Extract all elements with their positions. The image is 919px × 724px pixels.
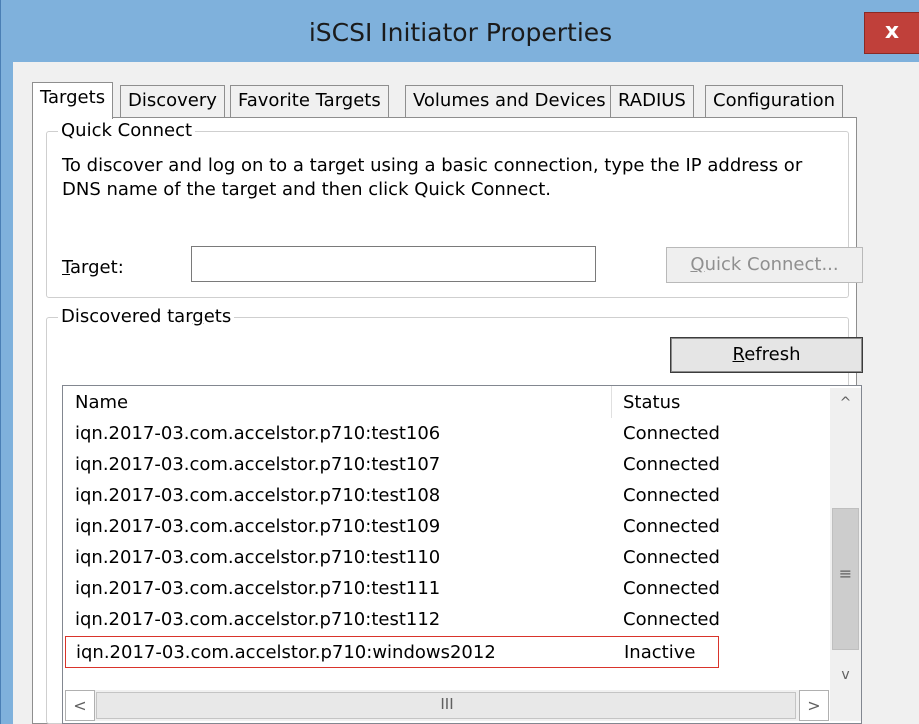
description-line-1: To discover and log on to a target using… [62, 155, 803, 176]
description-line-2: DNS name of the target and then click Qu… [62, 179, 551, 200]
target-name: iqn.2017-03.com.accelstor.p710:windows20… [76, 642, 496, 663]
target-name: iqn.2017-03.com.accelstor.p710:test106 [75, 423, 441, 444]
horizontal-scrollbar[interactable]: < III > [65, 690, 829, 721]
target-name: iqn.2017-03.com.accelstor.p710:test109 [75, 516, 441, 537]
tab-radius[interactable]: RADIUS [610, 85, 694, 117]
target-status: Connected [623, 547, 720, 568]
grip-icon: III [440, 695, 454, 713]
tab-configuration[interactable]: Configuration [705, 85, 844, 117]
table-row[interactable]: iqn.2017-03.com.accelstor.p710:test110 Co… [63, 542, 823, 574]
table-row[interactable]: iqn.2017-03.com.accelstor.p710:test111 Co… [63, 573, 823, 605]
tab-discovery[interactable]: Discovery [120, 85, 225, 117]
discovered-targets-list[interactable]: Name Status iqn.2017-03.com.accelstor.p7… [62, 385, 862, 724]
scrollbar-corner [830, 690, 861, 721]
list-header: Name Status [63, 386, 823, 418]
target-status: Connected [623, 609, 720, 630]
refresh-mnemonic: R [732, 344, 745, 365]
tab-volumes-and-devices[interactable]: Volumes and Devices [405, 85, 614, 117]
table-row[interactable]: iqn.2017-03.com.accelstor.p710:test109 Co… [63, 511, 823, 543]
quick-connect-button[interactable]: Quick Connect... [666, 247, 863, 283]
target-status: Inactive [624, 642, 696, 663]
target-status: Connected [623, 423, 720, 444]
window-title: iSCSI Initiator Properties [308, 18, 613, 47]
column-separator[interactable] [611, 386, 612, 418]
grip-icon: ≡ [838, 564, 853, 583]
legend-part-1: Discovered tar [61, 306, 193, 327]
vertical-scroll-thumb[interactable]: ≡ [832, 508, 859, 650]
target-status: Connected [623, 454, 720, 475]
column-header-status[interactable]: Status [623, 392, 680, 413]
scroll-up-icon[interactable]: ^ [830, 388, 861, 418]
tab-favorite-targets[interactable]: Favorite Targets [230, 85, 389, 117]
target-status: Connected [623, 516, 720, 537]
target-label-mnemonic: T [62, 257, 71, 278]
target-input[interactable] [191, 246, 596, 282]
table-row[interactable]: iqn.2017-03.com.accelstor.p710:test108 Co… [63, 480, 823, 512]
quick-connect-legend: Quick Connect [58, 120, 196, 141]
target-name: iqn.2017-03.com.accelstor.p710:test110 [75, 547, 441, 568]
scroll-left-icon[interactable]: < [65, 690, 95, 721]
target-name: iqn.2017-03.com.accelstor.p710:test107 [75, 454, 441, 475]
table-row[interactable]: iqn.2017-03.com.accelstor.p710:test107 Co… [63, 449, 823, 481]
scroll-right-icon[interactable]: > [799, 690, 829, 721]
target-label-text: arget: [70, 257, 124, 278]
target-label: Target: [62, 257, 124, 278]
tab-targets[interactable]: Targets [32, 82, 114, 119]
discovered-targets-legend: Discovered targets [58, 306, 235, 327]
target-name: iqn.2017-03.com.accelstor.p710:test108 [75, 485, 441, 506]
vertical-scrollbar[interactable]: ^ ≡ v [830, 388, 861, 690]
column-header-name[interactable]: Name [75, 392, 128, 413]
legend-mnemonic: g [192, 306, 204, 327]
quick-connect-button-label: uick Connect... [704, 254, 839, 275]
quick-connect-description: To discover and log on to a target using… [62, 154, 842, 202]
target-status: Connected [623, 578, 720, 599]
refresh-button-label: efresh [744, 344, 801, 365]
refresh-button[interactable]: Refresh [670, 337, 863, 373]
quick-connect-mnemonic: Q [690, 254, 705, 275]
target-status: Connected [623, 485, 720, 506]
target-name: iqn.2017-03.com.accelstor.p710:test111 [75, 578, 441, 599]
table-row-highlighted[interactable]: iqn.2017-03.com.accelstor.p710:windows20… [65, 636, 719, 668]
table-row[interactable]: iqn.2017-03.com.accelstor.p710:test106 Co… [63, 418, 823, 450]
legend-part-2: ets [203, 306, 232, 327]
table-row[interactable]: iqn.2017-03.com.accelstor.p710:test112 Co… [63, 604, 823, 636]
target-name: iqn.2017-03.com.accelstor.p710:test112 [75, 609, 441, 630]
scroll-down-icon[interactable]: v [830, 660, 861, 690]
close-icon[interactable]: x [864, 12, 919, 54]
horizontal-scroll-thumb[interactable]: III [96, 692, 796, 719]
